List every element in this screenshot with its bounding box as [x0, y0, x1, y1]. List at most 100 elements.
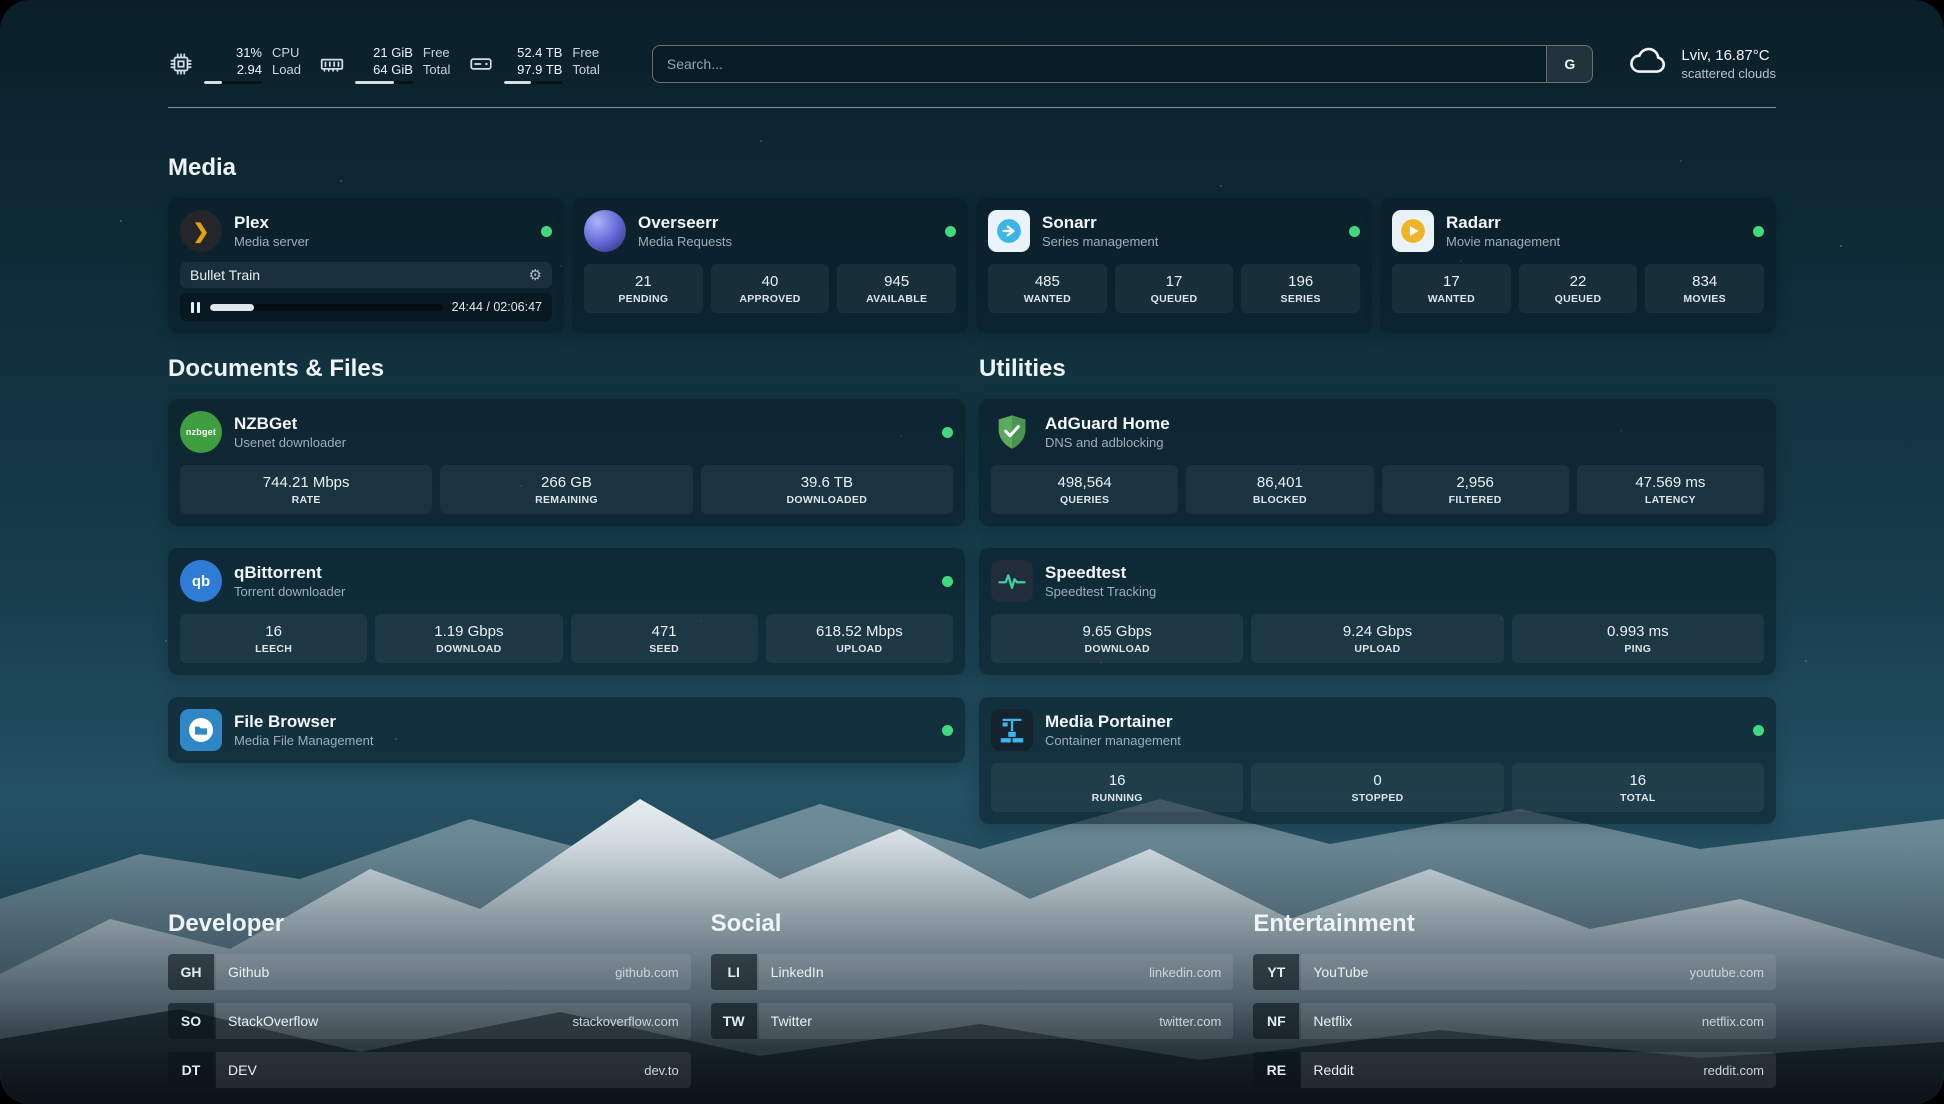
stat-value: 744.21 Mbps [184, 473, 428, 492]
qbittorrent-card-header: qb qBittorrent Torrent downloader [180, 560, 953, 602]
bookmark-netflix[interactable]: NF Netflix netflix.com [1253, 1003, 1776, 1039]
stat-label: RUNNING [995, 791, 1239, 805]
bookmark-name: LinkedIn [771, 964, 824, 980]
stat: 196 SERIES [1241, 264, 1360, 313]
stat-value: 17 [1396, 272, 1507, 291]
status-dot [942, 576, 953, 587]
sonarr-stats: 485 WANTED 17 QUEUED 196 SERIES [988, 264, 1360, 313]
cpu-progress-bar [204, 81, 262, 84]
bookmark-youtube[interactable]: YT YouTube youtube.com [1253, 954, 1776, 990]
stat-value: 17 [1119, 272, 1230, 291]
cpu-labels: CPU Load [272, 44, 301, 84]
stat: 945 AVAILABLE [837, 264, 956, 313]
app-subtitle: Media server [234, 233, 309, 250]
bookmark-stackoverflow[interactable]: SO StackOverflow stackoverflow.com [168, 1003, 691, 1039]
overseerr-card[interactable]: Overseerr Media Requests 21 PENDING 40 A… [572, 198, 968, 333]
section-media: Media ❯ Plex Media server [168, 154, 1776, 333]
bookmark-url: reddit.com [1703, 1063, 1764, 1078]
memory-labels: Free Total [423, 44, 450, 84]
section-title-developer: Developer [168, 910, 691, 938]
memory-total-value: 64 GiB [373, 61, 413, 78]
stat: 40 APPROVED [711, 264, 830, 313]
search-engine-button[interactable]: G [1546, 46, 1592, 82]
stat-label: WANTED [992, 292, 1103, 306]
app-subtitle: Movie management [1446, 233, 1560, 250]
nzbget-icon: nzbget [180, 411, 222, 453]
cpu-usage-value: 31% [236, 44, 262, 61]
plex-card[interactable]: ❯ Plex Media server Bullet Train ⚙ [168, 198, 564, 333]
stat-label: QUEUED [1523, 292, 1634, 306]
now-playing-title: Bullet Train [190, 267, 260, 283]
bookmark-url: twitter.com [1159, 1014, 1221, 1029]
filebrowser-card-header: File Browser Media File Management [180, 709, 953, 751]
playback-progress-bar[interactable] [210, 304, 443, 311]
playback-time: 24:44 / 02:06:47 [452, 300, 542, 314]
stat: 47.569 ms LATENCY [1577, 465, 1764, 514]
stat-value: 21 [588, 272, 699, 291]
nzbget-stats: 744.21 Mbps RATE 266 GB REMAINING 39.6 T… [180, 465, 953, 514]
bookmark-abbr: TW [711, 1003, 757, 1039]
qbittorrent-card[interactable]: qb qBittorrent Torrent downloader 16 LEE… [168, 548, 965, 675]
bookmark-twitter[interactable]: TW Twitter twitter.com [711, 1003, 1234, 1039]
portainer-card[interactable]: Media Portainer Container management 16 … [979, 697, 1776, 824]
bookmark-abbr: YT [1253, 954, 1299, 990]
app-name: Radarr [1446, 212, 1560, 233]
stat: 21 PENDING [584, 264, 703, 313]
bookmark-url: linkedin.com [1149, 965, 1221, 980]
section-title-documents: Documents & Files [168, 355, 965, 383]
section-title-social: Social [711, 910, 1234, 938]
section-title-utilities: Utilities [979, 355, 1776, 383]
app-name: Media Portainer [1045, 711, 1181, 732]
disk-labels: Free Total [572, 44, 599, 84]
stat-label: DOWNLOAD [995, 642, 1239, 656]
stat-label: DOWNLOADED [705, 493, 949, 507]
bookmark-url: github.com [615, 965, 679, 980]
section-title-entertainment: Entertainment [1253, 910, 1776, 938]
stat-label: FILTERED [1386, 493, 1565, 507]
bookmark-dev[interactable]: DT DEV dev.to [168, 1052, 691, 1088]
stat-label: DOWNLOAD [379, 642, 558, 656]
bookmark-url: stackoverflow.com [572, 1014, 678, 1029]
bookmarks-section: Developer GH Github github.com SO StackO… [168, 910, 1776, 1101]
app-subtitle: Series management [1042, 233, 1158, 250]
radarr-card-header: Radarr Movie management [1392, 210, 1764, 252]
stat-value: 0 [1255, 771, 1499, 790]
nzbget-card[interactable]: nzbget NZBGet Usenet downloader 744.21 M… [168, 399, 965, 526]
bookmark-name: Twitter [771, 1013, 812, 1029]
cpu-label-bottom: Load [272, 61, 301, 78]
plex-meta: Plex Media server [234, 212, 309, 250]
radarr-stats: 17 WANTED 22 QUEUED 834 MOVIES [1392, 264, 1764, 313]
bookmark-github[interactable]: GH Github github.com [168, 954, 691, 990]
filebrowser-card[interactable]: File Browser Media File Management [168, 697, 965, 763]
settings-gear-icon[interactable]: ⚙ [529, 268, 542, 283]
stat-value: 2,956 [1386, 473, 1565, 492]
stat-label: RATE [184, 493, 428, 507]
now-playing-row: Bullet Train ⚙ [180, 262, 552, 288]
bookmark-name: Netflix [1313, 1013, 1352, 1029]
cpu-values: 31% 2.94 [204, 44, 262, 84]
bookmark-abbr: GH [168, 954, 214, 990]
speedtest-card[interactable]: Speedtest Speedtest Tracking 9.65 Gbps D… [979, 548, 1776, 675]
radarr-card[interactable]: Radarr Movie management 17 WANTED 22 QUE… [1380, 198, 1776, 333]
adguard-card[interactable]: AdGuard Home DNS and adblocking 498,564 … [979, 399, 1776, 526]
stat-value: 485 [992, 272, 1103, 291]
pause-button[interactable] [190, 302, 201, 313]
stat: 618.52 Mbps UPLOAD [766, 614, 953, 663]
bookmark-linkedin[interactable]: LI LinkedIn linkedin.com [711, 954, 1234, 990]
stat-value: 471 [575, 622, 754, 641]
memory-label-bottom: Total [423, 61, 450, 78]
stat-label: STOPPED [1255, 791, 1499, 805]
qbittorrent-icon: qb [180, 560, 222, 602]
bookmark-reddit[interactable]: RE Reddit reddit.com [1253, 1052, 1776, 1088]
nzbget-card-header: nzbget NZBGet Usenet downloader [180, 411, 953, 453]
stat-value: 0.993 ms [1516, 622, 1760, 641]
stat-label: AVAILABLE [841, 292, 952, 306]
search-input[interactable] [653, 46, 1546, 82]
stat-value: 196 [1245, 272, 1356, 291]
stat: 498,564 QUERIES [991, 465, 1178, 514]
stat-value: 266 GB [444, 473, 688, 492]
stat-value: 16 [184, 622, 363, 641]
plex-icon-glyph: ❯ [193, 219, 210, 244]
app-subtitle: Container management [1045, 732, 1181, 749]
sonarr-card[interactable]: Sonarr Series management 485 WANTED 17 Q… [976, 198, 1372, 333]
